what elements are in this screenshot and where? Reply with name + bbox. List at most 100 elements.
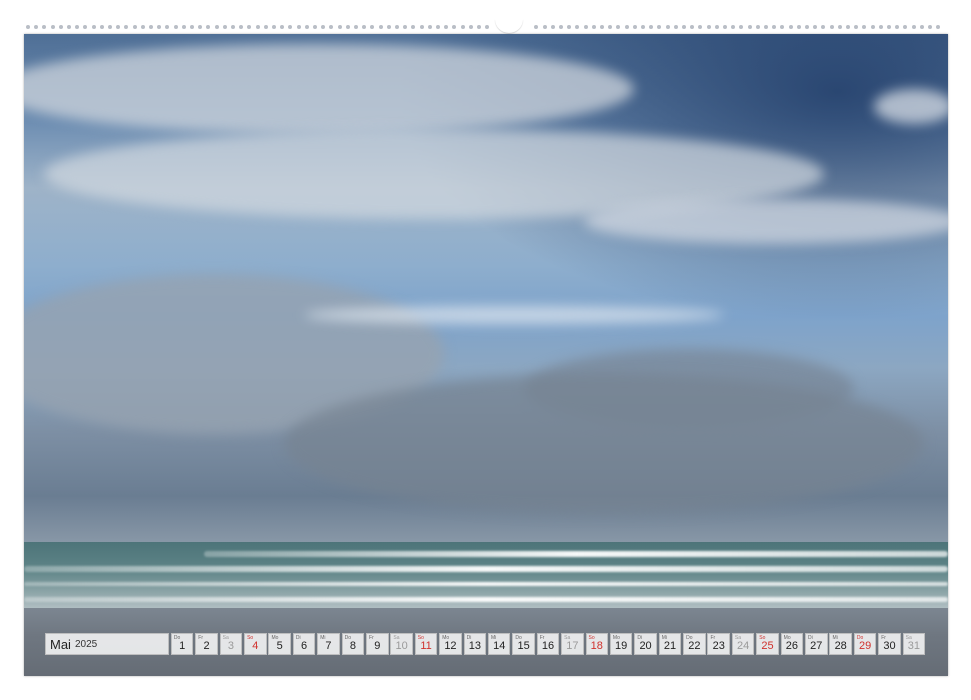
binding-hole xyxy=(329,25,334,29)
binding-hole xyxy=(231,25,235,29)
binding-hole xyxy=(436,25,440,29)
binding-hole xyxy=(870,25,875,29)
day-number: 29 xyxy=(858,640,872,652)
cloud xyxy=(584,199,948,244)
binding-hole xyxy=(345,25,350,29)
binding-hole xyxy=(288,25,293,29)
day-number: 5 xyxy=(276,640,283,652)
binding-hole xyxy=(813,25,818,29)
binding-hole xyxy=(854,25,859,29)
binding-hole xyxy=(411,25,416,29)
cloud xyxy=(284,374,924,514)
binding-hole xyxy=(468,25,473,29)
calendar-day: Di 20 xyxy=(634,633,657,655)
day-number: 14 xyxy=(493,640,506,652)
binding-hole xyxy=(837,25,842,29)
day-number: 3 xyxy=(227,640,234,652)
binding-hole xyxy=(181,25,186,29)
binding-hole xyxy=(190,25,194,29)
binding-hole xyxy=(362,25,367,29)
binding-hole xyxy=(116,25,121,29)
day-number: 7 xyxy=(325,640,332,652)
day-number: 10 xyxy=(395,640,408,652)
binding-hole xyxy=(108,25,112,29)
day-number: 8 xyxy=(349,640,356,652)
binding-hole xyxy=(378,25,383,29)
binding-hole xyxy=(157,25,162,29)
wave xyxy=(24,582,948,586)
calendar-day: Mo 5 xyxy=(268,633,291,655)
binding-hole xyxy=(862,25,867,29)
day-number: 22 xyxy=(688,640,701,652)
binding-hole xyxy=(796,25,801,29)
binding-hole xyxy=(567,25,572,29)
binding-hole xyxy=(911,25,916,29)
binding-hole xyxy=(263,25,268,29)
day-number: 6 xyxy=(301,640,308,652)
day-number: 21 xyxy=(663,640,677,652)
hanger-notch xyxy=(495,19,523,33)
day-number: 18 xyxy=(590,640,603,652)
day-number: 26 xyxy=(785,640,799,652)
binding-hole xyxy=(673,25,678,29)
binding-hole xyxy=(34,25,39,29)
binding-hole xyxy=(928,25,932,29)
binding-hole xyxy=(337,25,342,29)
binding-hole xyxy=(485,25,490,29)
calendar-day: Do 8 xyxy=(341,633,365,655)
binding-hole xyxy=(214,25,219,29)
binding-hole xyxy=(222,25,227,29)
day-number: 13 xyxy=(468,640,481,652)
calendar-day: Mi 14 xyxy=(487,633,511,655)
binding-hole xyxy=(370,25,375,29)
calendar-day: Do 15 xyxy=(512,633,535,655)
binding-hole xyxy=(255,25,260,29)
calendar-day: Mo 19 xyxy=(609,633,633,655)
binding-hole xyxy=(608,25,613,29)
spiral-binding xyxy=(24,19,948,33)
binding-hole xyxy=(583,25,588,29)
binding-hole xyxy=(575,25,580,29)
binding-hole xyxy=(534,25,539,29)
binding-hole xyxy=(444,25,449,29)
calendar-day: Mi 21 xyxy=(658,633,682,655)
binding-hole xyxy=(641,25,645,29)
day-number: 9 xyxy=(374,640,381,652)
binding-hole xyxy=(649,25,654,29)
binding-hole xyxy=(821,25,826,29)
day-number: 11 xyxy=(420,640,432,652)
calendar-day: Fr 16 xyxy=(536,633,560,655)
binding-hole xyxy=(739,25,744,29)
calendar-day: Sa 10 xyxy=(390,633,413,655)
binding-hole xyxy=(173,25,178,29)
binding-hole xyxy=(723,25,727,29)
day-number: 15 xyxy=(517,640,530,652)
calendar-day: Sa 17 xyxy=(561,633,584,655)
binding-hole xyxy=(559,25,563,29)
binding-hole xyxy=(50,25,55,29)
binding-hole xyxy=(829,25,834,29)
binding-hole xyxy=(206,25,211,29)
binding-hole xyxy=(42,25,47,29)
day-number: 27 xyxy=(810,640,823,652)
binding-hole xyxy=(657,25,662,29)
binding-hole xyxy=(452,25,457,29)
wave xyxy=(24,597,948,602)
binding-hole xyxy=(665,25,670,29)
binding-hole xyxy=(903,25,908,29)
binding-hole xyxy=(878,25,883,29)
binding-hole xyxy=(272,25,276,29)
day-number: 23 xyxy=(712,640,725,652)
binding-hole xyxy=(419,25,424,29)
calendar-day: So 18 xyxy=(585,633,609,655)
binding-hole xyxy=(714,25,719,29)
year-label: 2025 xyxy=(74,638,98,650)
binding-hole xyxy=(682,25,686,29)
binding-hole xyxy=(58,25,63,29)
binding-hole xyxy=(460,25,465,29)
binding-hole xyxy=(296,25,301,29)
binding-hole xyxy=(354,25,358,29)
binding-hole xyxy=(698,25,703,29)
binding-hole xyxy=(764,25,768,29)
calendar-day: Fr 2 xyxy=(195,633,218,655)
